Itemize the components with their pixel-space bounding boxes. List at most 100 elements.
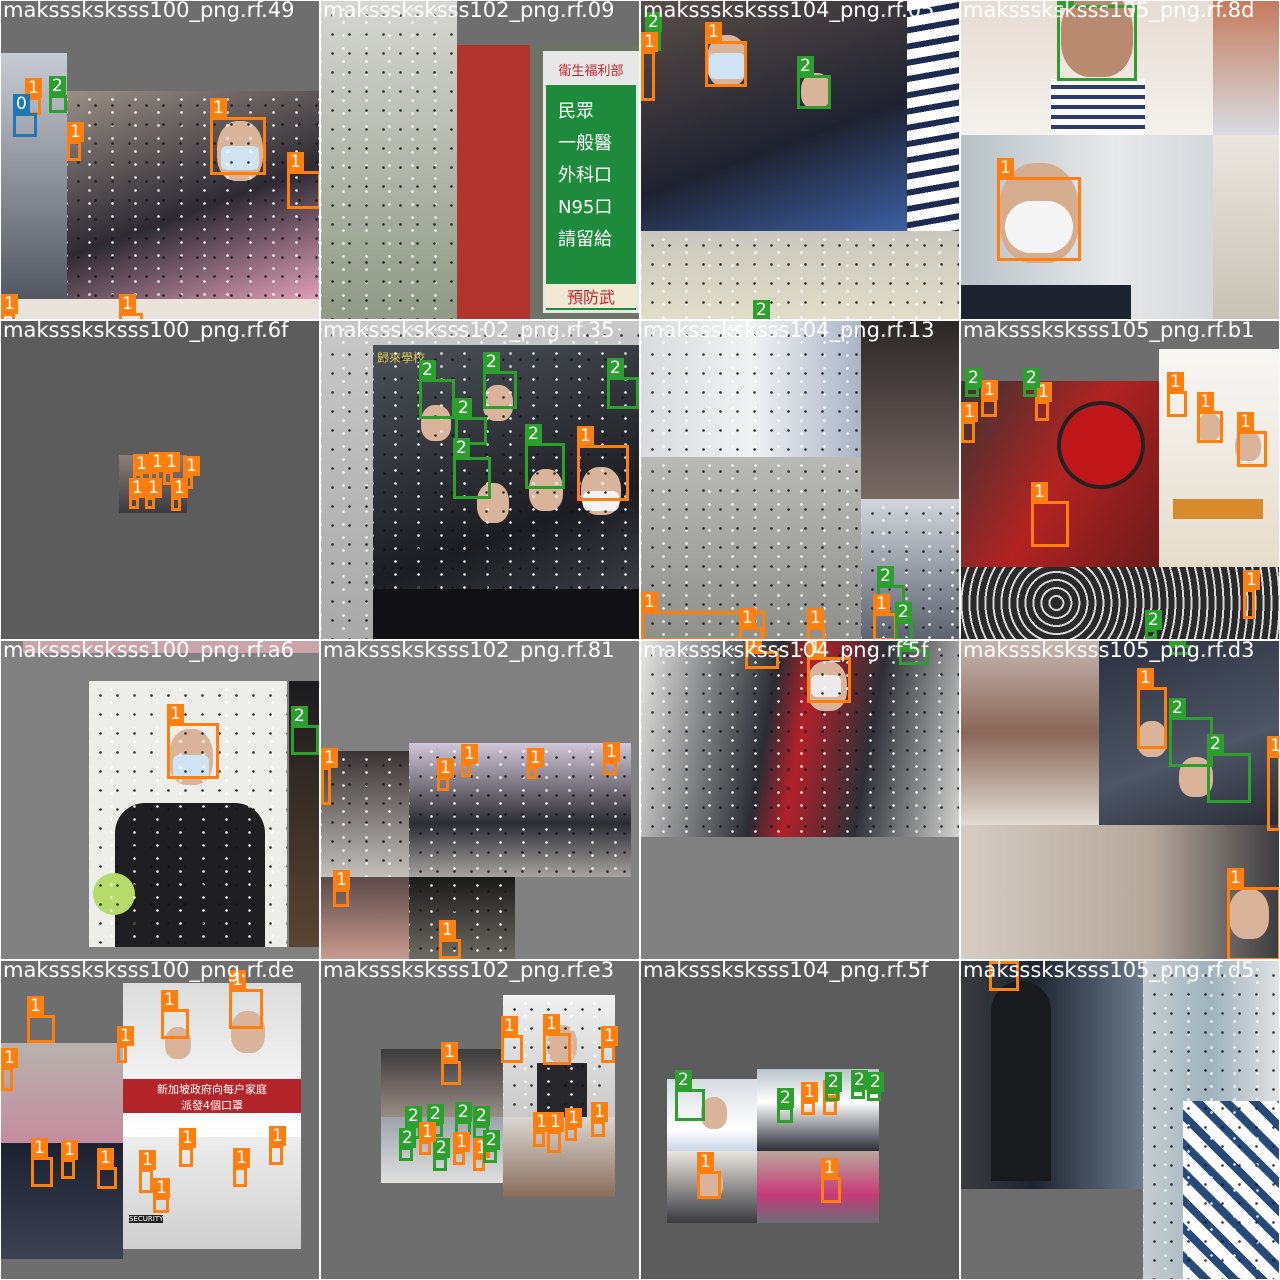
class1-box: 1	[527, 748, 544, 779]
scene-photo	[1213, 135, 1279, 319]
mosaic-tile-8[interactable]: maksssksksss105_png.rf.b1 1 1 1 1 1 1 1 …	[961, 321, 1279, 639]
scene-photo	[1143, 961, 1279, 1279]
class1-box: 1	[1267, 736, 1279, 831]
class1-box: 1	[591, 1102, 608, 1137]
class2-box: 2	[797, 56, 831, 109]
mosaic-tile-9[interactable]: maksssksksss100_png.rf.a6 1 2	[1, 641, 319, 959]
class1-box: 1	[565, 1108, 582, 1141]
mosaic-tile-14[interactable]: maksssksksss102_png.rf.e3 1 1 1 1 2 2 2 …	[321, 961, 639, 1279]
class1-box: 1	[801, 1082, 818, 1115]
class1-box: 1	[1137, 668, 1167, 749]
scene-photo	[373, 589, 639, 639]
class1-box: 1	[981, 380, 998, 417]
mosaic-tile-4[interactable]: maksssksksss105_png.rf.8d 2 1	[961, 1, 1279, 319]
class1-box: 1	[441, 1042, 461, 1085]
class2-box: 2	[453, 438, 491, 499]
class1-box: 1	[179, 1128, 196, 1167]
class1-box: 1	[501, 1016, 523, 1063]
scene-photo	[961, 641, 1099, 825]
class1-box: 1	[161, 990, 189, 1039]
class1-box: 1	[697, 1152, 721, 1199]
class2-box: 2	[419, 360, 455, 419]
scene-photo	[67, 91, 319, 301]
scene-photo	[89, 681, 287, 947]
class2-box: 2	[433, 1138, 450, 1171]
class1-box: 1	[229, 970, 263, 1029]
mosaic-grid: maksssksksss100_png.rf.49 1 1 1 1 2 0 1 …	[0, 0, 1280, 1280]
health-sign: 衛生福利部 民眾 一般醫 外科口 N95口 請留給 預防武	[543, 51, 639, 313]
tile-filename-label: maksssksksss104_png.rf.5f	[643, 961, 929, 982]
tile-filename-label: maksssksksss104_png.rf.5f	[643, 641, 929, 662]
scene-photo	[961, 961, 1143, 1189]
class1-box: 1	[577, 426, 629, 501]
mosaic-tile-15[interactable]: maksssksksss104_png.rf.5f 2 2 1 1 2 2 2 …	[641, 961, 959, 1279]
class2-box: 2	[675, 1070, 705, 1121]
scene-photo	[641, 231, 959, 319]
class1-box: 1	[997, 158, 1081, 261]
class1-box: 1	[233, 1148, 250, 1187]
tile-filename-label: maksssksksss105_png.rf.8d	[963, 1, 1255, 22]
scene-photo	[961, 567, 1279, 639]
scene-photo: 新加坡政府向每户家庭 派發4個口罩 NEWS	[123, 983, 301, 1137]
class1-box: 1	[129, 478, 146, 509]
class1-box: 1	[67, 122, 84, 161]
scene-photo	[757, 1151, 879, 1223]
mosaic-tile-11[interactable]: maksssksksss104_png.rf.5f 1 1 2	[641, 641, 959, 959]
scene-photo	[1, 299, 319, 319]
tile-filename-label: maksssksksss100_png.rf.a6	[3, 641, 295, 662]
class1-box: 1	[117, 1026, 134, 1063]
class2-box: 2	[1145, 610, 1162, 639]
class1-box: 1	[1243, 570, 1260, 619]
class1-box: 1	[139, 1150, 156, 1193]
class1-box: 1	[333, 870, 350, 907]
scene-photo	[907, 1, 959, 231]
tile-filename-label: maksssksksss104_png.rf.13	[643, 321, 935, 342]
class1-box: 1	[1031, 482, 1069, 547]
class1-box: 1	[807, 608, 825, 639]
class1-box: 1	[1, 294, 18, 319]
class1-box: 1	[1, 1048, 18, 1091]
class2-box: 2	[525, 424, 565, 489]
class1-box: 1	[601, 1026, 618, 1063]
tile-filename-label: maksssksksss102_png.rf.e3	[323, 961, 615, 982]
class1-box: 1	[961, 402, 978, 443]
class1-box: 1	[739, 608, 763, 639]
class2-box: 2	[291, 706, 319, 755]
mosaic-tile-3[interactable]: maksssksksss104_png.rf.05 1 2 2 1 2	[641, 1, 959, 319]
class1-box: 1	[603, 742, 620, 775]
class1-box: 1	[453, 1132, 470, 1165]
mosaic-tile-16[interactable]: maksssksksss105_png.rf.d5 1	[961, 961, 1279, 1279]
tile-filename-label: maksssksksss105_png.rf.d3	[963, 641, 1255, 662]
mosaic-tile-12[interactable]: maksssksksss105_png.rf.d3 1 2 2 2 1 1	[961, 641, 1279, 959]
class0-box: 0	[13, 94, 37, 137]
class2-box: 2	[607, 358, 639, 409]
class1-box: 1	[97, 1148, 117, 1189]
class1-box: 1	[1227, 868, 1279, 959]
tile-filename-label: maksssksksss100_png.rf.6f	[3, 321, 289, 342]
class1-box: 1	[287, 152, 319, 209]
mosaic-tile-2[interactable]: maksssksksss102_png.rf.09 衛生福利部 民眾 一般醫 外…	[321, 1, 639, 319]
mosaic-tile-7[interactable]: maksssksksss104_png.rf.13 1 1 1 2 1 2	[641, 321, 959, 639]
tile-filename-label: maksssksksss102_png.rf.81	[323, 641, 615, 662]
class1-box: 1	[269, 1126, 286, 1165]
class2-box: 2	[825, 1072, 842, 1101]
tile-filename-label: maksssksksss100_png.rf.de	[3, 961, 295, 982]
class1-box: 1	[547, 1112, 564, 1153]
mosaic-tile-6[interactable]: maksssksksss102_png.rf.35 歸來學校 2 2 2 2 2…	[321, 321, 639, 639]
class1-box: 1	[419, 1122, 436, 1155]
class2-box: 2	[483, 1130, 500, 1163]
mosaic-tile-13[interactable]: maksssksksss100_png.rf.de 新加坡政府向每户家庭 派發4…	[1, 961, 319, 1279]
mosaic-tile-5[interactable]: maksssksksss100_png.rf.6f 1 1 1 1 1 1 1	[1, 321, 319, 639]
mosaic-tile-10[interactable]: maksssksksss102_png.rf.81 1 1 1 1 1 1 1	[321, 641, 639, 959]
class1-box: 1	[27, 996, 55, 1043]
mosaic-tile-1[interactable]: maksssksksss100_png.rf.49 1 1 1 1 2 0 1 …	[1, 1, 319, 319]
class2-box: 2	[777, 1088, 794, 1123]
tile-filename-label: maksssksksss104_png.rf.05	[643, 1, 935, 22]
class1-box: 1	[461, 744, 478, 777]
class1-box: 1	[543, 1014, 571, 1065]
class1-box: 1	[821, 1158, 841, 1203]
tile-filename-label: maksssksksss102_png.rf.09	[323, 1, 615, 22]
class1-box: 1	[1197, 392, 1223, 443]
scene-photo	[321, 751, 409, 877]
scene-photo	[861, 321, 959, 499]
